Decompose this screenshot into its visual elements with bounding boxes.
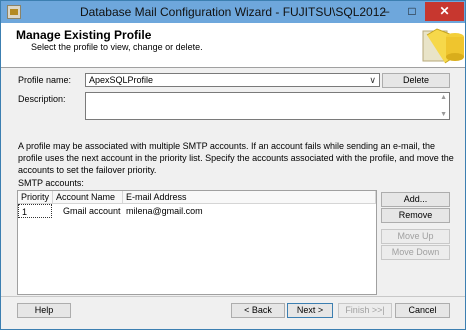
profile-name-dropdown[interactable]: ApexSQLProfile ∨ bbox=[85, 73, 380, 87]
description-label: Description: bbox=[18, 94, 66, 104]
wizard-window: Database Mail Configuration Wizard - FUJ… bbox=[0, 0, 466, 330]
database-mail-art-icon bbox=[422, 28, 464, 64]
back-button[interactable]: < Back bbox=[231, 303, 285, 318]
column-header-priority[interactable]: Priority bbox=[18, 191, 53, 203]
remove-account-button[interactable]: Remove bbox=[381, 208, 450, 223]
cancel-button[interactable]: Cancel bbox=[395, 303, 450, 318]
chevron-down-icon: ∨ bbox=[369, 75, 376, 85]
smtp-accounts-grid[interactable]: Priority Account Name E-mail Address 1 G… bbox=[17, 190, 377, 295]
page-subtitle: Select the profile to view, change or de… bbox=[31, 42, 203, 52]
finish-button[interactable]: Finish >>| bbox=[338, 303, 392, 318]
wizard-header: Manage Existing Profile Select the profi… bbox=[1, 23, 465, 68]
move-down-button[interactable]: Move Down bbox=[381, 245, 450, 260]
close-button[interactable]: ✕ bbox=[425, 2, 464, 21]
move-up-button[interactable]: Move Up bbox=[381, 229, 450, 244]
profile-info-text: A profile may be associated with multipl… bbox=[18, 141, 454, 175]
column-header-email-address[interactable]: E-mail Address bbox=[123, 191, 376, 203]
priority-cell[interactable]: 1 bbox=[18, 204, 52, 218]
grid-header: Priority Account Name E-mail Address bbox=[18, 191, 376, 204]
footer-divider bbox=[1, 296, 465, 297]
profile-name-label: Profile name: bbox=[18, 75, 72, 85]
title-bar: Database Mail Configuration Wizard - FUJ… bbox=[1, 1, 465, 23]
column-header-account-name[interactable]: Account Name bbox=[53, 191, 123, 203]
page-title: Manage Existing Profile bbox=[16, 28, 152, 42]
maximize-button[interactable]: □ bbox=[399, 2, 425, 21]
add-account-button[interactable]: Add... bbox=[381, 192, 450, 207]
description-textarea[interactable]: ▲ ▼ bbox=[85, 92, 450, 120]
next-button[interactable]: Next > bbox=[287, 303, 333, 318]
smtp-accounts-label: SMTP accounts: bbox=[18, 178, 84, 188]
help-button[interactable]: Help bbox=[17, 303, 71, 318]
scroll-down-icon[interactable]: ▼ bbox=[440, 111, 447, 118]
profile-name-value: ApexSQLProfile bbox=[89, 75, 154, 85]
delete-button[interactable]: Delete bbox=[382, 73, 450, 88]
email-address-cell[interactable]: milena@gmail.com bbox=[126, 204, 326, 218]
scroll-up-icon[interactable]: ▲ bbox=[440, 94, 447, 101]
minimize-button[interactable]: – bbox=[373, 2, 399, 21]
account-name-cell[interactable]: Gmail account bbox=[63, 204, 123, 218]
